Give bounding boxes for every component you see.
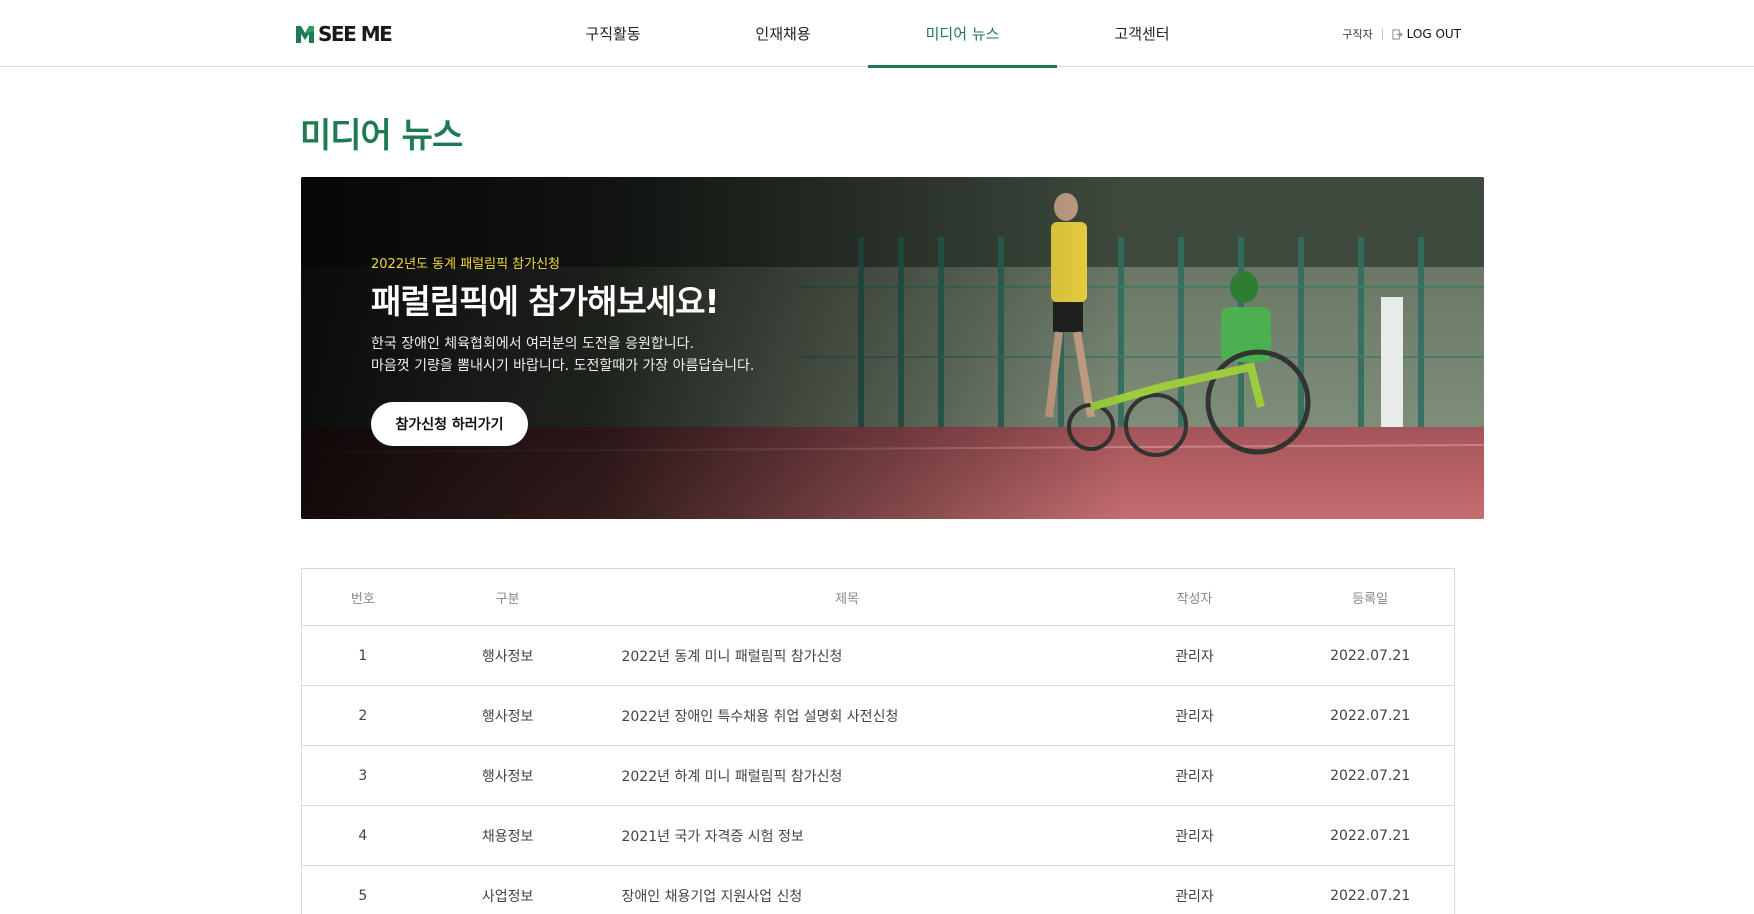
header-author: 작성자 [1176,591,1213,607]
nav-label: 미디어 뉴스 [925,25,1000,43]
header-category: 구분 [495,591,520,607]
row-date: 2022.07.21 [1330,887,1411,904]
row-title-link[interactable]: 장애인 채용기업 지원사업 신청 [591,866,1102,914]
hero-banner: 2022년도 동계 패럴림픽 참가신청 패럴림픽에 참가해보세요! 한국 장애인… [301,177,1484,519]
row-category: 행사정보 [481,768,534,785]
banner-description: 한국 장애인 체육협회에서 여러분의 도전을 응원합니다. 마음껏 기량을 뽐내… [371,333,754,377]
site-logo[interactable]: SEE ME [295,21,393,47]
banner-desc-line: 한국 장애인 체육협회에서 여러분의 도전을 응원합니다. [371,336,694,352]
table-row[interactable]: 1 행사정보 2022년 동계 미니 패럴림픽 참가신청 관리자 2022.07… [302,626,1454,686]
user-role: 구직자 [1342,28,1373,41]
nav-recruitment[interactable]: 인재채용 [736,0,830,67]
row-author: 관리자 [1175,888,1214,905]
row-category: 행사정보 [481,708,534,725]
row-date: 2022.07.21 [1330,827,1411,844]
logout-icon [1392,28,1403,40]
row-date: 2022.07.21 [1330,707,1411,724]
divider [1381,28,1383,40]
table-row[interactable]: 5 사업정보 장애인 채용기업 지원사업 신청 관리자 2022.07.21 [302,866,1454,914]
nav-label: 구직활동 [585,25,641,43]
page-title: 미디어 뉴스 [300,116,463,156]
header-date: 등록일 [1352,591,1389,607]
row-category: 채용정보 [481,828,534,845]
news-table: 번호 구분 제목 작성자 등록일 1 행사정보 2022년 동계 미니 패럴림픽… [301,568,1455,914]
logo-text: SEE ME [318,22,393,46]
row-date: 2022.07.21 [1330,647,1411,664]
nav-media-news[interactable]: 미디어 뉴스 [868,0,1057,68]
row-category: 사업정보 [481,888,534,905]
header-title: 제목 [835,591,859,607]
nav-customer-center[interactable]: 고객센터 [1095,0,1189,67]
logo-mark-icon [295,24,315,44]
row-no: 5 [358,887,368,904]
row-no: 4 [358,827,368,844]
row-no: 2 [358,707,368,724]
banner-desc-line: 마음껏 기량을 뽐내시기 바랍니다. 도전할때가 가장 아름답습니다. [371,358,755,374]
row-title-link[interactable]: 2022년 하계 미니 패럴림픽 참가신청 [591,746,1102,805]
row-title-link[interactable]: 2022년 장애인 특수채용 취업 설명회 사전신청 [591,686,1102,745]
row-no: 1 [358,647,368,664]
table-row[interactable]: 2 행사정보 2022년 장애인 특수채용 취업 설명회 사전신청 관리자 20… [302,686,1454,746]
header-no: 번호 [350,591,375,607]
nav-label: 인재채용 [755,25,811,43]
row-no: 3 [358,767,368,784]
row-date: 2022.07.21 [1330,767,1411,784]
table-row[interactable]: 4 채용정보 2021년 국가 자격증 시험 정보 관리자 2022.07.21 [302,806,1454,866]
table-header: 번호 구분 제목 작성자 등록일 [302,569,1454,626]
row-author: 관리자 [1175,708,1214,725]
row-author: 관리자 [1175,828,1214,845]
row-title-link[interactable]: 2022년 동계 미니 패럴림픽 참가신청 [591,626,1102,685]
nav-label: 고객센터 [1114,25,1170,43]
nav-job-search[interactable]: 구직활동 [566,0,660,67]
row-author: 관리자 [1175,648,1214,665]
logout-button[interactable]: LOG OUT [1392,27,1461,41]
user-area: 구직자 LOG OUT [1342,26,1461,42]
site-header: SEE ME 구직활동 인재채용 미디어 뉴스 고객센터 구직자 LOG OUT [0,0,1754,68]
row-title-link[interactable]: 2021년 국가 자격증 시험 정보 [591,806,1102,865]
banner-eyebrow: 2022년도 동계 패럴림픽 참가신청 [371,257,561,272]
logout-label: LOG OUT [1406,27,1461,41]
row-category: 행사정보 [481,648,534,665]
row-author: 관리자 [1175,768,1214,785]
table-row[interactable]: 3 행사정보 2022년 하계 미니 패럴림픽 참가신청 관리자 2022.07… [302,746,1454,806]
banner-headline: 패럴림픽에 참가해보세요! [371,282,719,321]
apply-button[interactable]: 참가신청 하러가기 [371,402,528,446]
